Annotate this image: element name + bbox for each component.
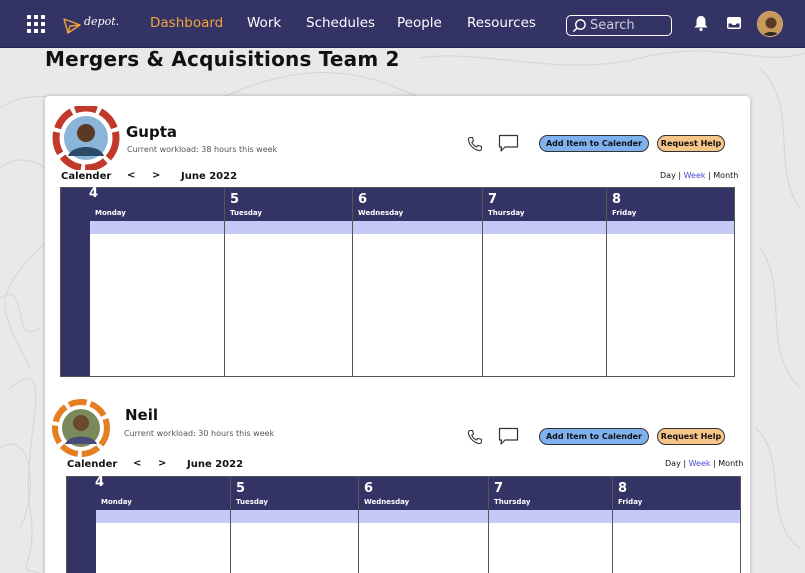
nav-schedules[interactable]: Schedules bbox=[306, 15, 375, 31]
team-card: Gupta Current workload: 38 hours this we… bbox=[45, 96, 750, 573]
day-column-thursday[interactable]: 7 Thursday bbox=[482, 188, 606, 376]
member-name: Gupta bbox=[126, 123, 178, 141]
top-navbar: depot. Dashboard Work Schedules People R… bbox=[0, 0, 805, 48]
add-item-button[interactable]: Add Item to Calender bbox=[539, 428, 649, 445]
day-column-wednesday[interactable]: 6 Wednesday bbox=[352, 188, 482, 376]
view-switch: Day | Week | Month bbox=[660, 171, 739, 180]
user-avatar-image bbox=[758, 12, 782, 36]
calendar-label: Calender bbox=[67, 459, 118, 470]
workload-text: Current workload: 38 hours this week bbox=[127, 145, 278, 154]
day-column-tuesday[interactable]: 5 Tuesday bbox=[224, 188, 352, 376]
view-week[interactable]: Week bbox=[684, 171, 706, 180]
calendar-month: June 2022 bbox=[187, 459, 244, 470]
day-name: Friday bbox=[618, 498, 643, 506]
day-column-tuesday[interactable]: 5 Tuesday bbox=[230, 477, 358, 573]
week-calendar: 4 Monday 5 Tuesday 6 Wednesday 7 Thursda… bbox=[66, 475, 741, 573]
chat-icon[interactable] bbox=[498, 134, 519, 153]
day-name: Thursday bbox=[488, 209, 525, 217]
search-box[interactable] bbox=[566, 15, 672, 36]
phone-icon[interactable] bbox=[467, 136, 483, 152]
calendar-prev-button[interactable]: < bbox=[133, 458, 141, 469]
nav-dashboard[interactable]: Dashboard bbox=[150, 15, 223, 31]
view-day[interactable]: Day bbox=[660, 171, 676, 180]
add-item-button[interactable]: Add Item to Calender bbox=[539, 135, 649, 152]
day-number: 5 bbox=[236, 481, 246, 496]
day-column-wednesday[interactable]: 6 Wednesday bbox=[358, 477, 488, 573]
workload-ring bbox=[52, 106, 120, 170]
inbox-icon[interactable] bbox=[726, 15, 742, 31]
app-grid-icon[interactable] bbox=[27, 15, 45, 33]
day-number: 8 bbox=[618, 481, 628, 496]
nav-people[interactable]: People bbox=[397, 15, 442, 31]
week-calendar: 4 Monday 5 Tuesday 6 Wednesday 7 Thursda… bbox=[60, 186, 735, 377]
view-day[interactable]: Day bbox=[665, 459, 681, 468]
view-switch: Day | Week | Month bbox=[665, 459, 744, 468]
calendar-prev-button[interactable]: < bbox=[127, 170, 135, 181]
day-name: Friday bbox=[612, 209, 637, 217]
request-help-button[interactable]: Request Help bbox=[657, 428, 725, 445]
day-column-monday[interactable]: 4 Monday bbox=[89, 186, 224, 376]
calendar-next-button[interactable]: > bbox=[158, 458, 166, 469]
day-column-thursday[interactable]: 7 Thursday bbox=[488, 477, 612, 573]
logo-text: depot. bbox=[84, 15, 120, 28]
calendar-time-gutter bbox=[67, 477, 96, 573]
calendar-time-gutter bbox=[61, 188, 90, 376]
request-help-button[interactable]: Request Help bbox=[657, 135, 725, 152]
view-month[interactable]: Month bbox=[718, 459, 743, 468]
day-name: Tuesday bbox=[230, 209, 262, 217]
paper-plane-logo-icon bbox=[63, 18, 81, 34]
day-name: Monday bbox=[101, 498, 132, 506]
day-name: Thursday bbox=[494, 498, 531, 506]
calendar-label: Calender bbox=[61, 171, 112, 182]
day-number: 7 bbox=[488, 192, 498, 207]
day-number: 4 bbox=[89, 186, 99, 201]
calendar-next-button[interactable]: > bbox=[152, 170, 160, 181]
day-number: 6 bbox=[358, 192, 368, 207]
day-name: Tuesday bbox=[236, 498, 268, 506]
user-avatar[interactable] bbox=[757, 11, 783, 37]
day-number: 7 bbox=[494, 481, 504, 496]
workload-ring bbox=[52, 399, 110, 457]
view-month[interactable]: Month bbox=[713, 171, 738, 180]
day-number: 8 bbox=[612, 192, 622, 207]
depot-logo[interactable]: depot. bbox=[62, 14, 120, 36]
chat-icon[interactable] bbox=[498, 427, 519, 446]
bell-icon[interactable] bbox=[692, 14, 710, 32]
phone-icon[interactable] bbox=[467, 429, 483, 445]
day-name: Wednesday bbox=[364, 498, 410, 506]
day-name: Wednesday bbox=[358, 209, 404, 217]
day-column-friday[interactable]: 8 Friday bbox=[606, 188, 734, 376]
nav-work[interactable]: Work bbox=[247, 15, 281, 31]
calendar-month: June 2022 bbox=[181, 171, 238, 182]
day-column-monday[interactable]: 4 Monday bbox=[95, 475, 230, 573]
day-number: 5 bbox=[230, 192, 240, 207]
view-week[interactable]: Week bbox=[689, 459, 711, 468]
search-icon bbox=[572, 19, 586, 33]
search-input[interactable] bbox=[590, 17, 668, 34]
day-column-friday[interactable]: 8 Friday bbox=[612, 477, 740, 573]
day-number: 6 bbox=[364, 481, 374, 496]
member-name: Neil bbox=[125, 406, 159, 424]
nav-resources[interactable]: Resources bbox=[467, 15, 536, 31]
day-name: Monday bbox=[95, 209, 126, 217]
page-title: Mergers & Acquisitions Team 2 bbox=[45, 47, 400, 71]
day-number: 4 bbox=[95, 475, 105, 490]
workload-text: Current workload: 30 hours this week bbox=[124, 429, 275, 438]
